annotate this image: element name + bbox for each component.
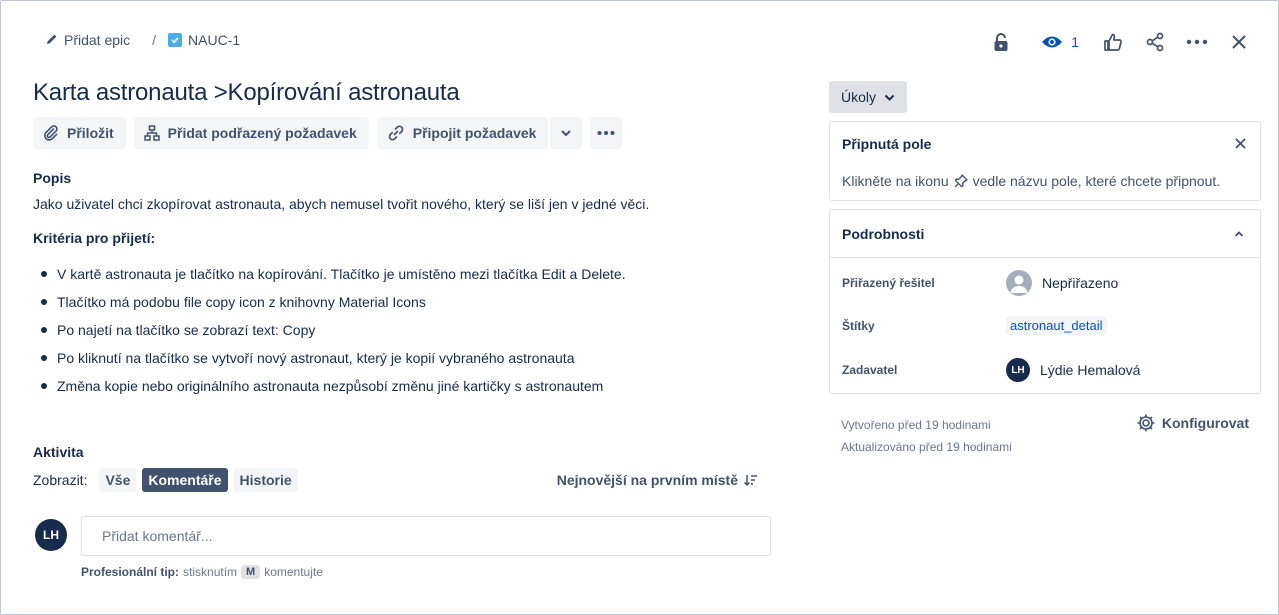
link-issue-split: Připojit požadavek (376, 117, 583, 149)
reporter-row: Zadavatel LH Lýdie Hemalová (842, 358, 1140, 382)
add-child-issue-button[interactable]: Přidat podřazený požadavek (133, 117, 369, 149)
eye-icon (1042, 36, 1063, 48)
gear-icon (1137, 414, 1155, 432)
comment-input[interactable]: Přidat komentář... (81, 516, 771, 556)
unassigned-avatar-icon (1006, 270, 1032, 296)
more-actions-button[interactable] (1183, 28, 1211, 56)
pinned-fields-hint: Klikněte na ikonu vedle názvu pole, kter… (842, 173, 1220, 189)
updated-time: Aktualizováno před 19 hodinami (841, 440, 1012, 454)
child-issue-icon (143, 125, 160, 141)
created-time: Vytvořeno před 19 hodinami (841, 418, 991, 432)
reporter-name: Lýdie Hemalová (1040, 362, 1141, 378)
chevron-up-icon (1234, 230, 1244, 237)
assignee-field[interactable]: Nepřiřazeno (1006, 270, 1118, 296)
thumbs-up-icon (1104, 33, 1122, 51)
add-epic-label: Přidat epic (64, 32, 131, 48)
list-item: Po najetí na tlačítko se zobrazí text: C… (33, 320, 626, 348)
more-icon (597, 131, 615, 135)
pencil-icon (46, 32, 58, 48)
issue-actions: Přiložit Přidat podřazený požadavek Přip… (33, 117, 623, 149)
issue-key-link[interactable]: NAUC-1 (168, 32, 240, 48)
avatar: LH (35, 519, 67, 551)
details-panel: Podrobnosti Přiřazený řešitel Nepřiřazen… (829, 209, 1261, 394)
close-icon (1232, 35, 1246, 49)
sort-button[interactable]: Nejnovější na prvním místě (557, 472, 758, 488)
lock-icon (994, 33, 1008, 51)
chevron-down-icon (561, 130, 572, 137)
pro-tip-label: Profesionální tip: (81, 565, 180, 579)
assignee-label: Přiřazený řešitel (842, 276, 935, 290)
link-issue-dropdown[interactable] (550, 117, 583, 149)
close-button[interactable] (1225, 28, 1253, 56)
reporter-field[interactable]: LH Lýdie Hemalová (1006, 358, 1140, 382)
add-child-label: Přidat podřazený požadavek (167, 125, 357, 141)
issue-toolbar: 1 (973, 28, 1253, 56)
criteria-heading: Kritéria pro přijetí: (33, 230, 156, 246)
pinned-hint-before: Klikněte na ikonu (842, 173, 949, 189)
attach-label: Přiložit (67, 125, 114, 141)
labels-label: Štítky (842, 318, 875, 333)
issue-key: NAUC-1 (188, 32, 241, 48)
share-icon (1146, 32, 1164, 52)
add-epic-link[interactable]: Přidat epic (46, 32, 130, 48)
list-item: Po kliknutí na tlačítko se vytvoří nový … (33, 348, 626, 376)
labels-field: astronaut_detail (1006, 316, 1107, 335)
assignee-value: Nepřiřazeno (1042, 275, 1119, 291)
sort-label: Nejnovější na prvním místě (556, 472, 738, 488)
list-item: Tlačítko má podobu file copy icon z knih… (33, 292, 626, 320)
chevron-down-icon (884, 94, 895, 101)
breadcrumb-separator: / (152, 32, 157, 48)
share-button[interactable] (1141, 28, 1169, 56)
filter-comments[interactable]: Komentáře (142, 468, 228, 492)
reporter-label: Zadavatel (842, 363, 898, 377)
avatar: LH (1006, 358, 1030, 382)
more-icon (1186, 39, 1208, 45)
pro-tip: Profesionální tip: stisknutím M komentuj… (81, 565, 323, 579)
issue-title[interactable]: Karta astronauta >Kopírování astronauta (33, 79, 460, 107)
filter-history[interactable]: Historie (233, 468, 298, 492)
configure-button[interactable]: Konfigurovat (1136, 413, 1249, 433)
labels-row: Štítky astronaut_detail (842, 316, 1107, 335)
filter-all[interactable]: Vše (99, 468, 137, 492)
pin-icon (954, 174, 968, 188)
like-button[interactable] (1099, 28, 1127, 56)
link-icon (388, 125, 404, 141)
pro-tip-pre: stisknutím (183, 565, 238, 579)
issue-meta: Vytvořeno před 19 hodinami Aktualizováno… (841, 414, 1012, 458)
details-header[interactable]: Podrobnosti (830, 210, 1260, 258)
details-heading: Podrobnosti (842, 225, 925, 242)
shortcut-key: M (241, 565, 261, 579)
activity-heading: Aktivita (33, 444, 84, 460)
lock-button[interactable] (987, 28, 1015, 56)
list-item: Změna kopie nebo originálního astronauta… (33, 376, 626, 404)
label-chip[interactable]: astronaut_detail (1006, 316, 1107, 335)
attach-button[interactable]: Přiložit (33, 117, 126, 149)
activity-filters: Zobrazit: Vše Komentáře Historie (33, 468, 298, 492)
link-issue-label: Připojit požadavek (412, 125, 537, 141)
pinned-fields-heading: Připnutá pole (842, 136, 932, 152)
configure-label: Konfigurovat (1161, 415, 1249, 431)
status-button[interactable]: Úkoly (829, 81, 908, 113)
pro-tip-post: komentujte (264, 565, 323, 579)
sort-icon (744, 475, 757, 486)
list-item: V kartě astronauta je tlačítko na kopíro… (33, 264, 626, 292)
close-icon (1235, 138, 1246, 149)
status-label: Úkoly (841, 89, 877, 105)
paperclip-icon (43, 125, 58, 141)
description-heading: Popis (33, 170, 72, 186)
description-text[interactable]: Jako uživatel chci zkopírovat astronauta… (33, 196, 649, 212)
pinned-fields-panel: Připnutá pole Klikněte na ikonu vedle ná… (829, 121, 1261, 201)
criteria-list: V kartě astronauta je tlačítko na kopíro… (33, 264, 626, 404)
pinned-hint-after: vedle názvu pole, které chcete připnout. (972, 173, 1221, 189)
more-issue-actions-button[interactable] (590, 117, 623, 149)
watch-count: 1 (1071, 34, 1079, 50)
close-pinned-button[interactable] (1235, 136, 1246, 152)
show-label: Zobrazit: (33, 472, 88, 488)
comment-placeholder: Přidat komentář... (102, 528, 213, 544)
task-type-icon (168, 33, 183, 47)
breadcrumb: Přidat epic / NAUC-1 (46, 32, 240, 48)
watch-button[interactable]: 1 (1041, 28, 1079, 56)
link-issue-button[interactable]: Připojit požadavek (376, 117, 549, 149)
assignee-row: Přiřazený řešitel Nepřiřazeno (842, 270, 1118, 296)
